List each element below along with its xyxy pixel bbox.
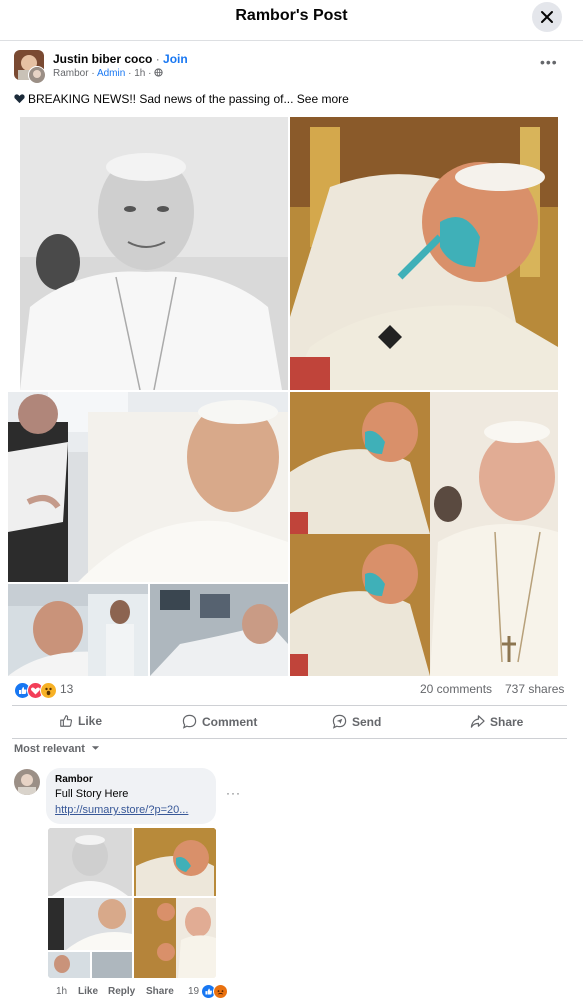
- sort-label: Most relevant: [14, 743, 85, 755]
- author-meta: Rambor · Admin · 1h ·: [53, 68, 163, 79]
- share-button[interactable]: Share: [470, 714, 523, 729]
- close-button[interactable]: [532, 2, 562, 32]
- like-icon: [60, 715, 73, 727]
- page-title: Rambor's Post: [235, 7, 348, 24]
- shares-count[interactable]: 737 shares: [505, 682, 564, 696]
- comment-icon: [182, 714, 197, 729]
- post-photo-6[interactable]: [290, 392, 558, 676]
- comment-link[interactable]: http://sumary.store/?p=20...: [55, 804, 188, 816]
- like-label: Like: [78, 714, 103, 728]
- like-button[interactable]: Like: [59, 714, 102, 728]
- chevron-down-icon: [91, 746, 100, 750]
- commenter-avatar[interactable]: [14, 769, 40, 795]
- group-name[interactable]: Justin biber coco: [53, 52, 152, 66]
- more-icon: •••: [540, 54, 558, 70]
- post-header: Rambor's Post: [0, 0, 583, 41]
- wow-reaction-icon: [40, 682, 57, 699]
- group-name-line: Justin biber coco · Join: [53, 52, 188, 66]
- comments-count[interactable]: 20 comments: [420, 682, 492, 696]
- author-name[interactable]: Rambor: [53, 68, 89, 79]
- send-label: Send: [352, 715, 382, 729]
- comment-author[interactable]: Rambor: [55, 774, 93, 785]
- post-photo-1[interactable]: [20, 117, 288, 390]
- comment-like-button[interactable]: Like: [78, 986, 98, 997]
- comment-button[interactable]: Comment: [182, 714, 257, 729]
- post-photo-4[interactable]: [8, 584, 148, 676]
- see-more-link[interactable]: See more: [297, 92, 349, 106]
- share-icon: [470, 715, 485, 728]
- post-more-button[interactable]: •••: [540, 54, 558, 70]
- comment-image[interactable]: [46, 826, 218, 980]
- separator: ·: [128, 68, 132, 79]
- send-button[interactable]: Send: [332, 714, 381, 729]
- comment-reply-button[interactable]: Reply: [108, 986, 135, 997]
- admin-badge: Admin: [96, 68, 126, 79]
- more-icon: ···: [226, 786, 241, 800]
- black-heart-icon: [14, 94, 25, 104]
- globe-icon: [154, 68, 163, 77]
- post-photo-3[interactable]: [8, 392, 288, 582]
- post-photo-2[interactable]: [290, 117, 558, 390]
- separator: ·: [148, 68, 152, 79]
- comment-sort-dropdown[interactable]: Most relevant: [14, 743, 100, 755]
- comment-share-button[interactable]: Share: [146, 986, 174, 997]
- reaction-count[interactable]: 13: [60, 682, 73, 696]
- send-icon: [332, 714, 347, 729]
- comment-more-button[interactable]: ···: [226, 786, 241, 800]
- close-icon: [541, 11, 553, 23]
- post-text: BREAKING NEWS!! Sad news of the passing …: [14, 92, 349, 106]
- comment-time[interactable]: 1h: [56, 986, 67, 997]
- post-photo-5[interactable]: [150, 584, 288, 676]
- join-link[interactable]: Join: [163, 52, 188, 66]
- separator: ·: [155, 52, 160, 66]
- post-time[interactable]: 1h: [134, 68, 145, 79]
- comment-label: Comment: [202, 715, 258, 729]
- post-body-text: BREAKING NEWS!! Sad news of the passing …: [28, 92, 294, 106]
- share-label: Share: [490, 715, 524, 729]
- separator: ·: [91, 68, 95, 79]
- post-action-bar: Like Comment Send Share: [12, 705, 567, 739]
- comment-text: Full Story Here: [55, 788, 129, 800]
- comment-bubble: Rambor Full Story Here http://sumary.sto…: [46, 768, 216, 824]
- author-avatar[interactable]: [28, 66, 46, 84]
- comment-angry-reaction-icon: [213, 984, 228, 999]
- comment-reaction-count[interactable]: 19: [188, 986, 199, 997]
